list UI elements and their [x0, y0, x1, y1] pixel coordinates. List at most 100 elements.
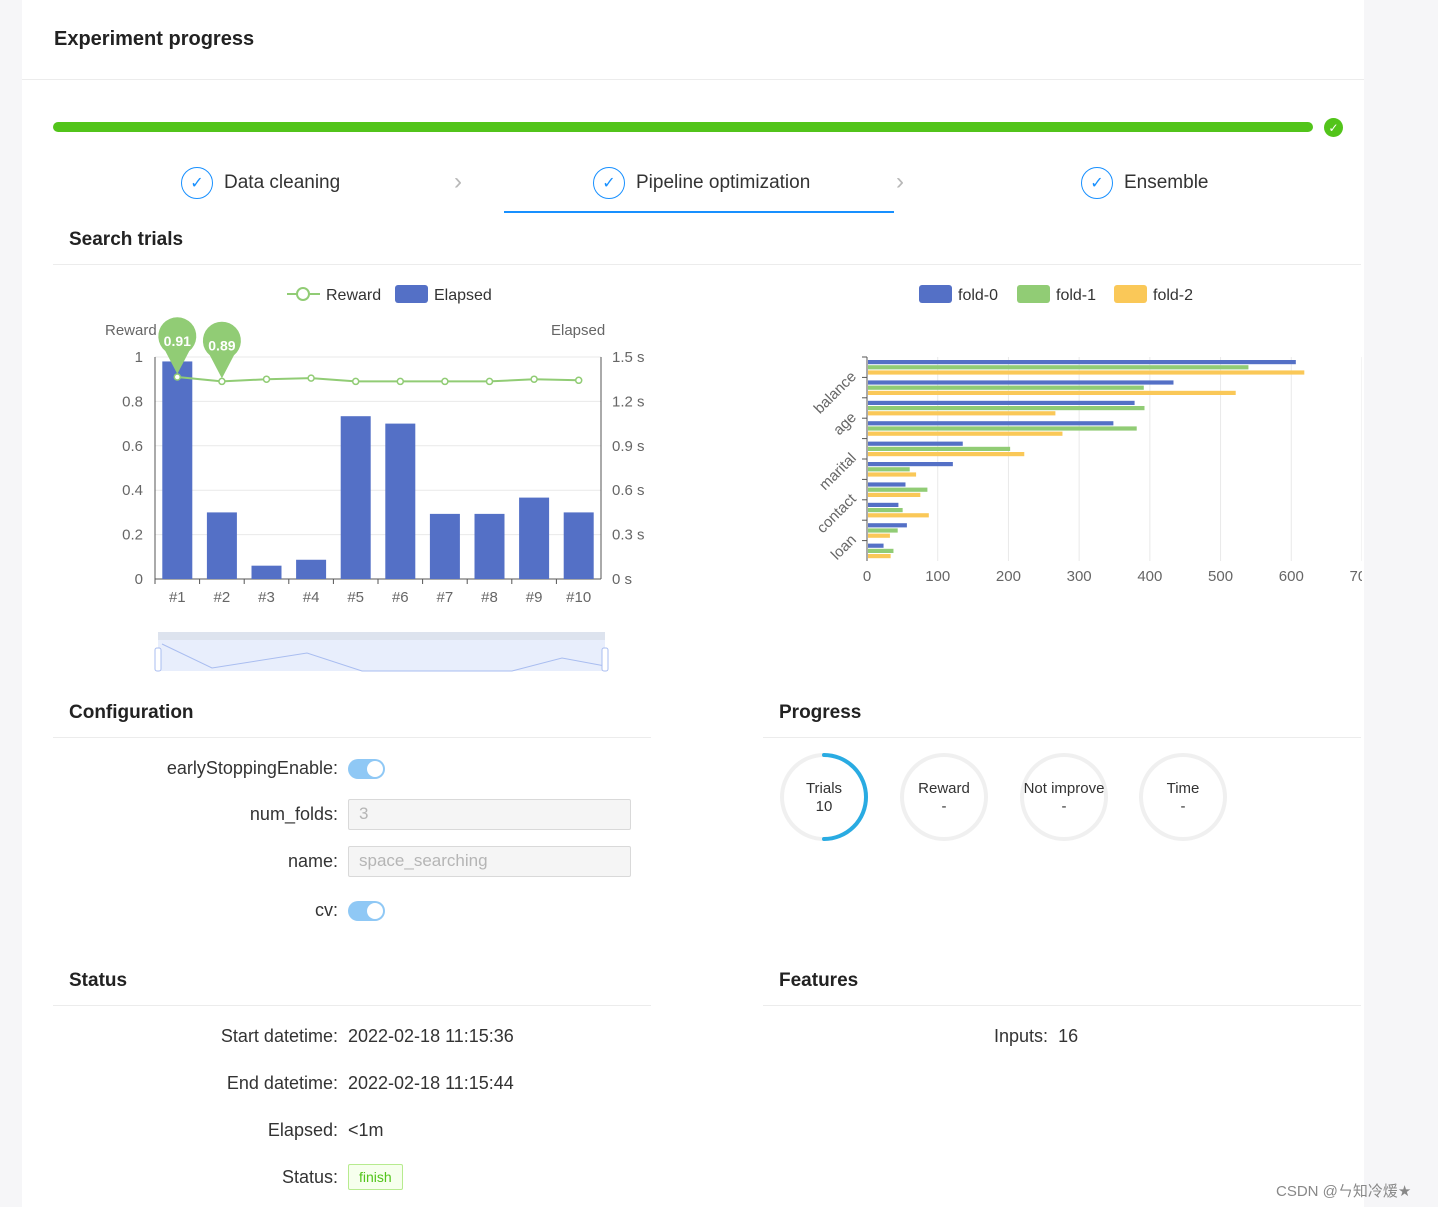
fold-bar [868, 528, 898, 533]
elapsed-bar [429, 513, 460, 579]
config-row-name: name: space_searching [58, 846, 631, 877]
reward-point [307, 374, 315, 382]
fold-bar [868, 492, 921, 497]
experiment-card: Experiment progress ✓ ✓ Data cleaning › … [22, 0, 1364, 1207]
early-stopping-switch[interactable] [348, 758, 385, 779]
section-divider [53, 737, 651, 738]
y-tick-label: 0.6 [122, 438, 143, 455]
dial-label: Trials [805, 780, 843, 797]
section-divider [53, 264, 1361, 265]
field-label: Elapsed: [267, 1120, 338, 1140]
fold-bar [868, 487, 928, 492]
x-tick-label: #1 [169, 589, 186, 606]
legend-elapsed-label: Elapsed [434, 287, 492, 304]
elapsed-value: <1m [348, 1120, 384, 1140]
elapsed-bar [251, 565, 282, 579]
x-tick-label: 100 [925, 568, 950, 585]
section-divider [763, 1005, 1361, 1006]
fold-bar [868, 400, 1135, 405]
step-label: Data cleaning [224, 172, 341, 193]
y2-tick-label: 1.5 s [612, 349, 645, 366]
status-row-elapsed: Elapsed: <1m [58, 1120, 384, 1141]
data-zoom-slider[interactable] [154, 632, 609, 672]
y2-tick-label: 0 s [612, 571, 632, 588]
step-label: Pipeline optimization [636, 172, 811, 193]
field-label: num_folds: [249, 804, 338, 824]
reward-point [173, 373, 182, 381]
elapsed-bar [206, 512, 237, 579]
fold-legend[interactable]: fold-0 fold-1 fold-2 [919, 285, 1193, 304]
fold-bar [868, 380, 1174, 385]
section-divider [53, 1005, 651, 1006]
reward-point [574, 376, 583, 385]
fold-bar [868, 446, 1011, 451]
y2-tick-label: 0.9 s [612, 438, 645, 455]
y-tick-label: age [830, 409, 860, 439]
fold-bar [868, 467, 910, 472]
elapsed-bar [385, 423, 416, 579]
fold-bar [868, 390, 1236, 395]
reward-point [396, 377, 405, 386]
reward-line [177, 375, 579, 383]
status-row-start: Start datetime: 2022-02-18 11:15:36 [58, 1026, 514, 1047]
field-label: earlyStoppingEnable: [166, 758, 338, 778]
trials-chart: Reward Elapsed Reward Elapsed 0 0 s 0.2 0.3… [105, 285, 645, 672]
field-label: End datetime: [226, 1073, 338, 1093]
configuration-title: Configuration [69, 702, 194, 723]
status-row-end: End datetime: 2022-02-18 11:15:44 [58, 1073, 514, 1094]
name-input[interactable]: space_searching [348, 846, 631, 877]
features-row-inputs: Inputs: 16 [994, 1026, 1078, 1047]
reward-point [485, 377, 494, 386]
x-tick-label: 500 [1208, 568, 1233, 585]
x-tick-label: 0 [863, 568, 871, 585]
zoom-handle-left [154, 647, 162, 672]
chevron-right-icon: › [454, 168, 462, 195]
check-circle-icon: ✓ [1081, 167, 1113, 199]
step-pipeline-optimization[interactable]: ✓ Pipeline optimization [593, 166, 810, 200]
status-badge: finish [348, 1164, 403, 1190]
fold-bar [868, 421, 1114, 426]
y2-tick-label: 0.6 s [612, 482, 645, 499]
fold-importance-chart: fold-0 fold-1 fold-2 0 100 200 300 400 500 600… [811, 285, 1362, 585]
chevron-right-icon: › [896, 168, 904, 195]
elapsed-bar [296, 559, 327, 579]
elapsed-bar [474, 513, 505, 579]
reward-dial: Reward - [899, 752, 989, 842]
x-tick-label: 300 [1067, 568, 1092, 585]
x-tick-label: 700 [1349, 568, 1362, 585]
fold-bar [868, 554, 891, 559]
cv-switch[interactable] [348, 900, 385, 921]
active-step-underline [504, 211, 894, 213]
y-tick-label: contact [814, 490, 861, 537]
trials-dial: Trials 10 [779, 752, 869, 842]
dial-value: - [941, 798, 947, 815]
search-trials-title: Search trials [69, 229, 184, 250]
progress-complete-icon: ✓ [1324, 118, 1343, 137]
trials-legend[interactable]: Reward Elapsed [287, 285, 492, 304]
step-ensemble[interactable]: ✓ Ensemble [1081, 166, 1209, 200]
field-label: cv: [314, 900, 338, 920]
num-folds-input[interactable]: 3 [348, 799, 631, 830]
reward-point [530, 375, 538, 383]
time-dial: Time - [1138, 752, 1228, 842]
fold-bar [868, 426, 1137, 431]
dial-value: - [1180, 798, 1186, 815]
x-tick-label: #3 [258, 589, 275, 606]
card-header: Experiment progress [22, 0, 1364, 80]
marker-label: 0.89 [208, 337, 235, 353]
y2-tick-label: 1.2 s [612, 393, 645, 410]
reward-point [351, 377, 360, 386]
x-tick-label: 600 [1279, 568, 1304, 585]
fold-bar [868, 365, 1249, 370]
y-tick-label: marital [816, 450, 860, 494]
fold-bar [868, 508, 903, 513]
step-data-cleaning[interactable]: ✓ Data cleaning [181, 166, 340, 200]
x-tick-label: 400 [1137, 568, 1162, 585]
y-tick-label: loan [828, 531, 860, 563]
fold-bar [868, 548, 894, 553]
progress-title: Progress [779, 702, 862, 723]
watermark-text: CSDN @ㄣ知冷煖★ [1276, 1183, 1412, 1200]
x-tick-label: #9 [526, 589, 543, 606]
elapsed-bar [563, 512, 594, 579]
y-tick-label: 0.2 [122, 527, 143, 544]
